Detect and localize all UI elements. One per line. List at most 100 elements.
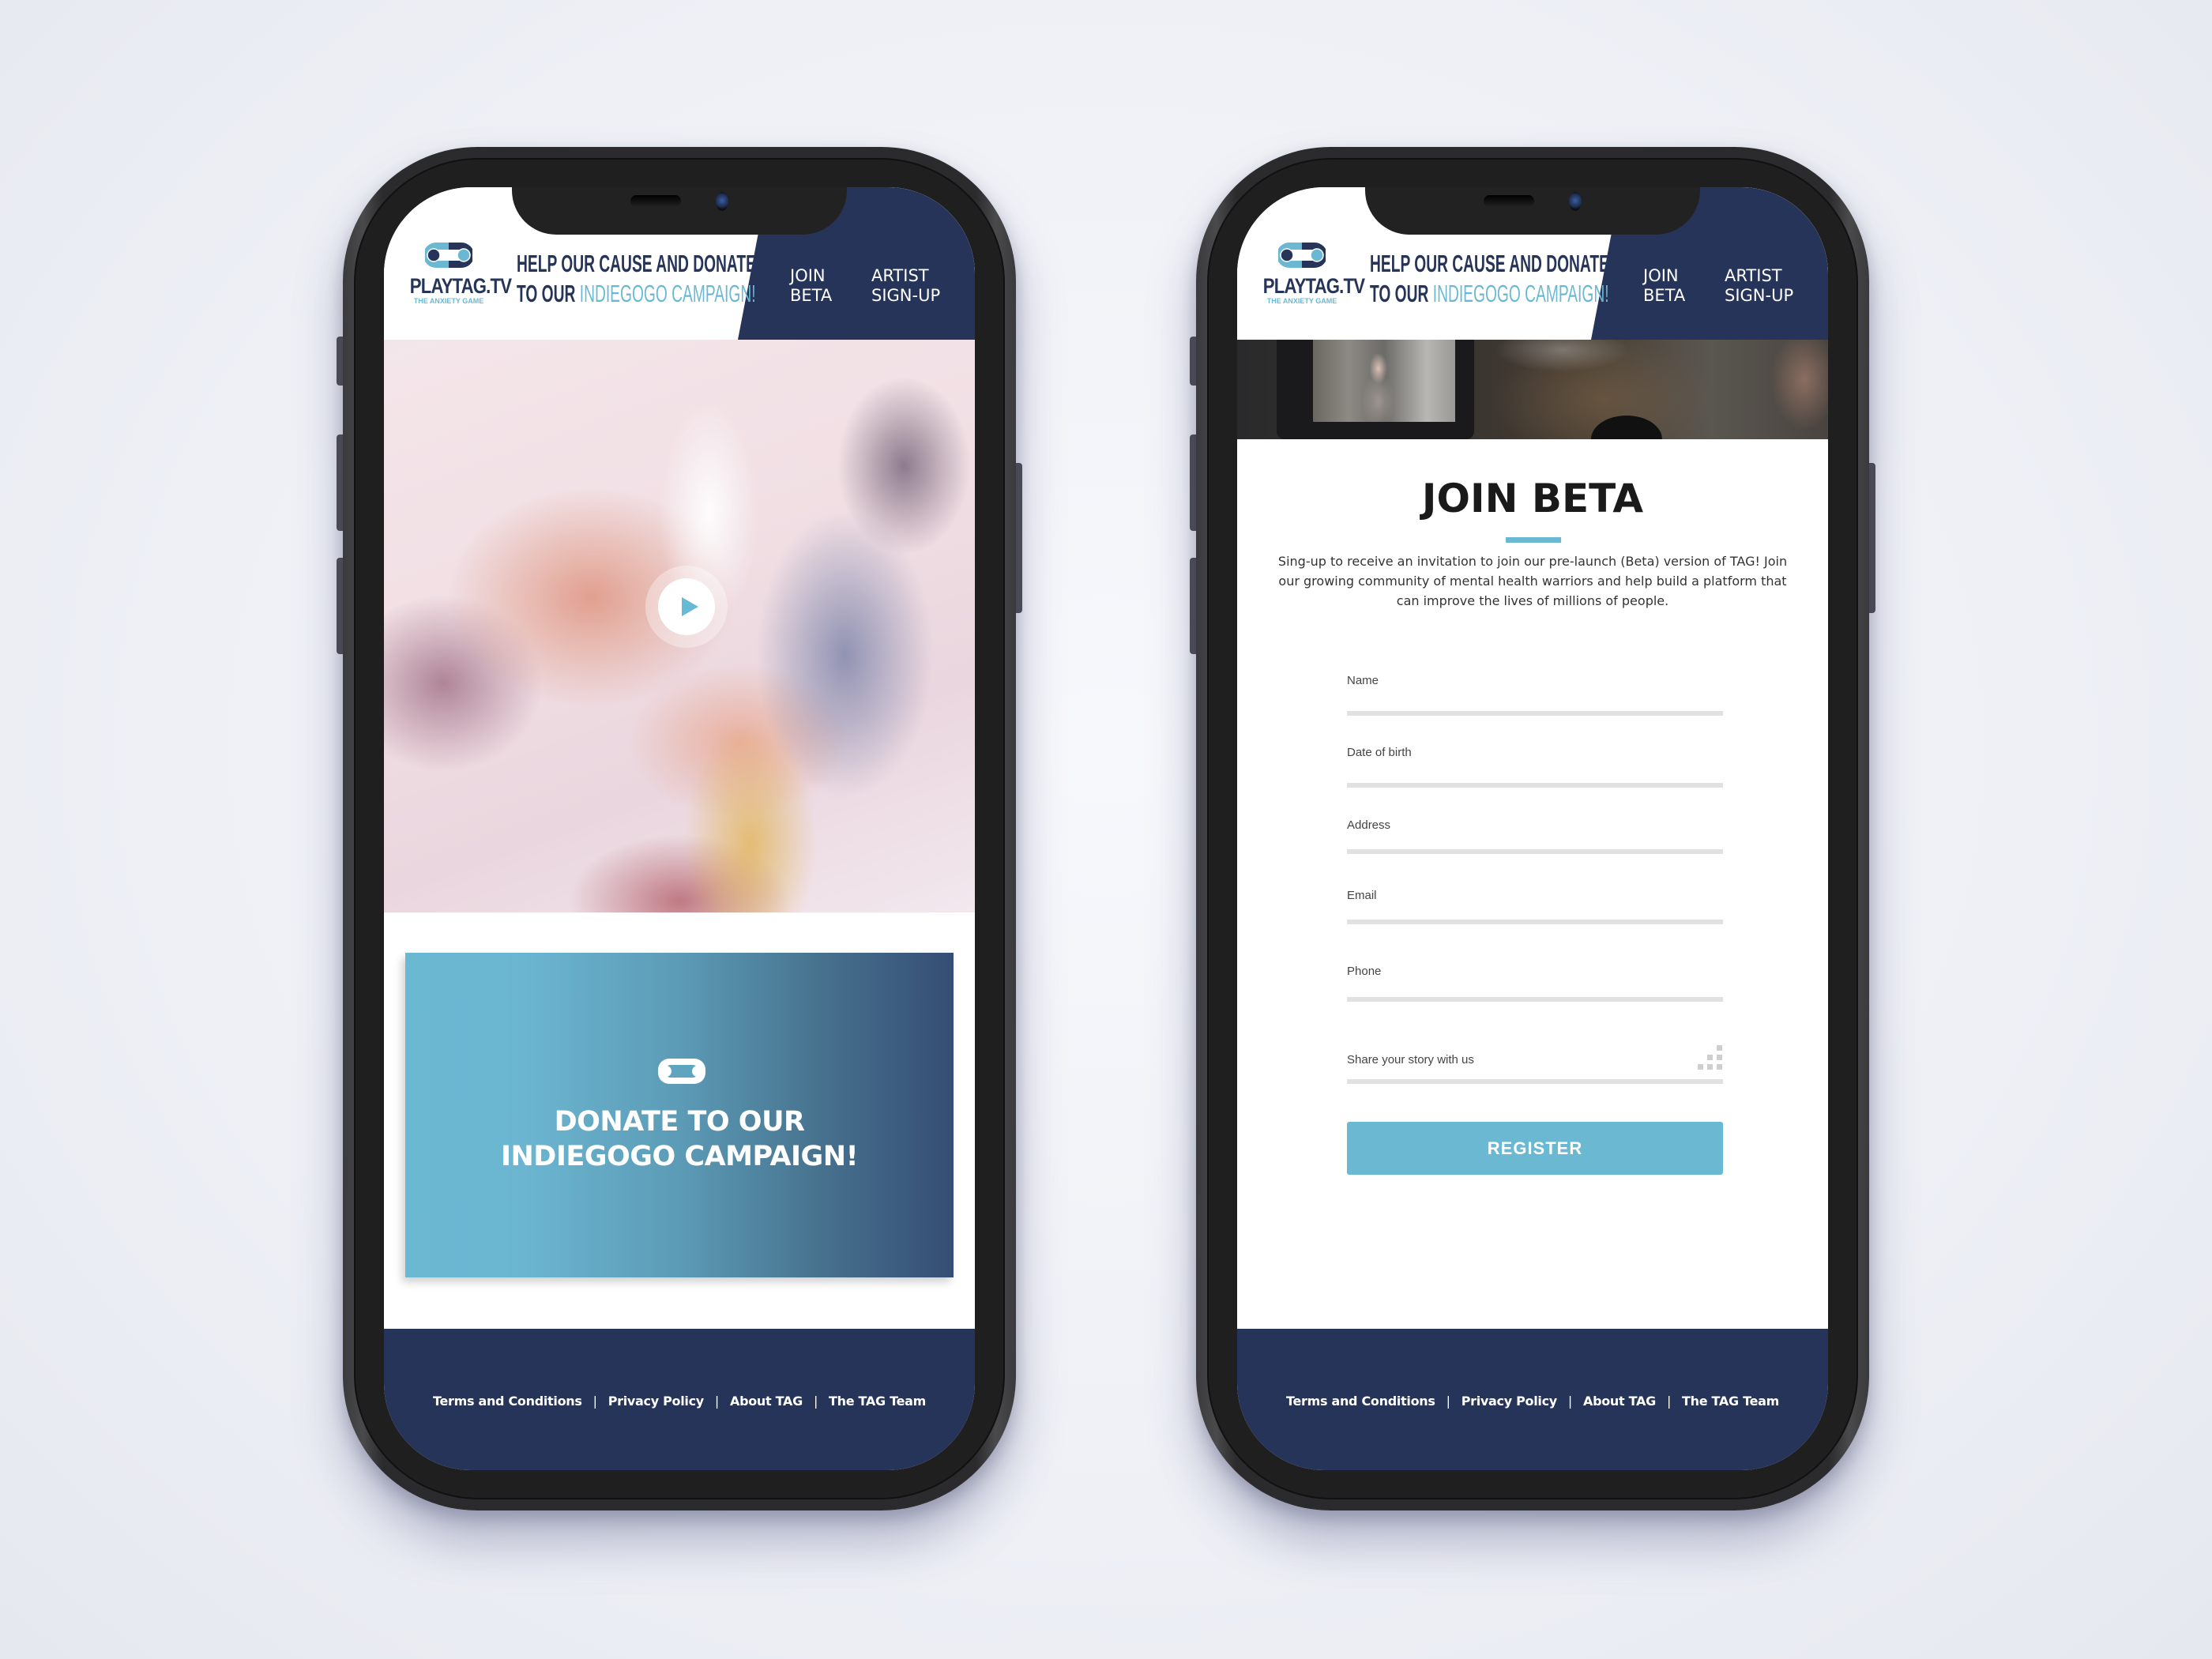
footer-link-team[interactable]: The TAG Team	[1682, 1394, 1779, 1409]
nav-join-line2: BETA	[790, 286, 833, 305]
story-label: Share your story with us	[1347, 1053, 1474, 1066]
play-button[interactable]	[645, 566, 728, 648]
screen: PLAYTAG.TV THE ANXIETY GAME HELP OUR CAU…	[384, 187, 975, 1470]
logo-name: PLAYTAG.TV	[409, 274, 512, 298]
playtag-logo-icon	[1278, 243, 1326, 268]
nav-artist-line2: SIGN-UP	[1725, 286, 1794, 305]
footer-link-terms[interactable]: Terms and Conditions	[1286, 1394, 1435, 1409]
footer-separator: |	[813, 1394, 818, 1409]
logo[interactable]: PLAYTAG.TV THE ANXIETY GAME	[401, 243, 512, 329]
date-of-birth-label: Date of birth	[1347, 746, 1412, 759]
footer-link-terms[interactable]: Terms and Conditions	[433, 1394, 582, 1409]
email-label: Email	[1347, 889, 1377, 902]
phone-field: Phone	[1347, 965, 1723, 1002]
hero-image-strip	[1237, 340, 1828, 439]
logo[interactable]: PLAYTAG.TV THE ANXIETY GAME	[1255, 243, 1365, 329]
volume-down-button	[337, 558, 343, 654]
field-underline	[1347, 1079, 1723, 1084]
promo-line-2: TO OUR INDIEGOGO CAMPAIGN!	[517, 279, 756, 309]
speaker	[1484, 195, 1534, 207]
nav-join-beta[interactable]: JOIN BETA	[790, 266, 832, 306]
footer-link-about[interactable]: About TAG	[1583, 1394, 1656, 1409]
microphone-image	[1591, 416, 1662, 439]
title-underline	[1506, 537, 1561, 543]
promo-line-1: HELP OUR CAUSE AND DONATE	[517, 250, 756, 277]
header-promo[interactable]: HELP OUR CAUSE AND DONATE TO OUR INDIEGO…	[1370, 249, 1609, 309]
playtag-logo-icon	[425, 243, 472, 268]
nav-join-line1: JOIN	[1643, 266, 1679, 285]
nav-join-line2: BETA	[1643, 286, 1686, 305]
notch	[1365, 187, 1700, 235]
screen: PLAYTAG.TV THE ANXIETY GAME HELP OUR CAU…	[1237, 187, 1828, 1470]
footer: Terms and Conditions | Privacy Policy | Abou…	[384, 1329, 975, 1470]
playtag-logo-icon	[658, 1059, 705, 1084]
footer-separator: |	[592, 1394, 597, 1409]
logo-name: PLAYTAG.TV	[1262, 274, 1365, 298]
field-underline	[1347, 997, 1723, 1002]
promo-prefix: TO OUR	[1370, 280, 1433, 307]
story-field: Share your story with us	[1347, 1045, 1723, 1084]
notch	[512, 187, 847, 235]
camera	[716, 192, 728, 211]
hero-video	[384, 340, 975, 912]
page-title: JOIN BETA	[1421, 476, 1644, 521]
donate-line-1: DONATE TO OUR	[554, 1106, 805, 1138]
donate-line-2: INDIEGOGO CAMPAIGN!	[500, 1141, 859, 1172]
footer-link-privacy[interactable]: Privacy Policy	[1462, 1394, 1558, 1409]
nav-artist-line2: SIGN-UP	[871, 286, 941, 305]
footer-link-about[interactable]: About TAG	[730, 1394, 803, 1409]
silent-switch	[337, 337, 343, 386]
footer: Terms and Conditions | Privacy Policy | Abou…	[1237, 1329, 1828, 1470]
donate-card[interactable]: DONATE TO OUR INDIEGOGO CAMPAIGN!	[405, 953, 954, 1277]
footer-separator: |	[714, 1394, 719, 1409]
silent-switch	[1190, 337, 1196, 386]
name-label: Name	[1347, 674, 1379, 687]
address-input[interactable]	[1347, 832, 1723, 849]
name-input[interactable]	[1347, 687, 1723, 711]
footer-separator: |	[1666, 1394, 1672, 1409]
address-field: Address	[1347, 818, 1723, 854]
footer-links: Terms and Conditions | Privacy Policy | Abou…	[384, 1394, 975, 1409]
donate-title: DONATE TO OUR INDIEGOGO CAMPAIGN!	[405, 1104, 954, 1174]
promo-line-1: HELP OUR CAUSE AND DONATE	[1370, 250, 1609, 277]
promo-highlight: INDIEGOGO CAMPAIGN!	[1432, 280, 1609, 307]
nav-artist-signup[interactable]: ARTIST SIGN-UP	[871, 266, 940, 306]
camera	[1569, 192, 1582, 211]
field-underline	[1347, 711, 1723, 716]
name-field: Name	[1347, 674, 1723, 716]
resize-handle-icon[interactable]	[1696, 1045, 1723, 1072]
footer-links: Terms and Conditions | Privacy Policy | Abou…	[1237, 1394, 1828, 1409]
nav-artist-line1: ARTIST	[1725, 266, 1782, 285]
promo-line-2: TO OUR INDIEGOGO CAMPAIGN!	[1370, 279, 1609, 309]
volume-up-button	[1190, 434, 1196, 531]
promo-prefix: TO OUR	[517, 280, 580, 307]
volume-down-button	[1190, 558, 1196, 654]
story-textarea[interactable]	[1347, 1066, 1723, 1079]
nav-join-line1: JOIN	[790, 266, 826, 285]
camera-monitor-image	[1277, 340, 1474, 439]
field-underline	[1347, 849, 1723, 854]
nav-artist-signup[interactable]: ARTIST SIGN-UP	[1725, 266, 1793, 306]
footer-separator: |	[1446, 1394, 1450, 1409]
phone-input[interactable]	[1347, 978, 1723, 997]
volume-up-button	[337, 434, 343, 531]
footer-link-team[interactable]: The TAG Team	[829, 1394, 926, 1409]
register-button[interactable]: REGISTER	[1347, 1122, 1723, 1175]
email-field: Email	[1347, 889, 1723, 924]
play-icon	[682, 597, 698, 616]
nav-artist-line1: ARTIST	[871, 266, 929, 285]
header-promo[interactable]: HELP OUR CAUSE AND DONATE TO OUR INDIEGO…	[517, 249, 756, 309]
email-input[interactable]	[1347, 902, 1723, 920]
field-underline	[1347, 783, 1723, 788]
speaker	[630, 195, 681, 207]
phone-home-screen: PLAYTAG.TV THE ANXIETY GAME HELP OUR CAU…	[337, 147, 1022, 1510]
phone-join-beta-screen: PLAYTAG.TV THE ANXIETY GAME HELP OUR CAU…	[1190, 147, 1875, 1510]
field-underline	[1347, 920, 1723, 924]
phone-label: Phone	[1347, 965, 1382, 978]
join-description: Sing-up to receive an invitation to join…	[1277, 554, 1788, 608]
nav-join-beta[interactable]: JOIN BETA	[1643, 266, 1685, 306]
date-of-birth-input[interactable]	[1347, 759, 1723, 783]
footer-link-privacy[interactable]: Privacy Policy	[608, 1394, 705, 1409]
footer-separator: |	[1567, 1394, 1572, 1409]
monitor-view	[1313, 340, 1455, 422]
